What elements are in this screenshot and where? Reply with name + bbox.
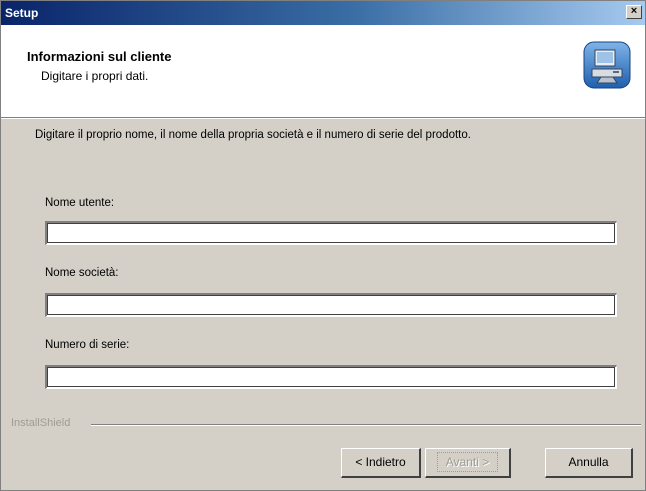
window-title: Setup — [5, 6, 39, 20]
brand-label: InstallShield — [11, 417, 71, 429]
cancel-button-label: Annulla — [568, 455, 609, 469]
back-button-label: < Indietro — [355, 455, 406, 469]
next-button[interactable]: Avanti > — [425, 448, 511, 478]
serial-number-label: Numero di serie: — [45, 339, 130, 351]
next-button-label: Avanti > — [436, 452, 499, 472]
company-label: Nome società: — [45, 267, 119, 279]
setup-window: Setup × Informazioni sul cliente Digitar… — [0, 0, 646, 491]
cancel-button[interactable]: Annulla — [545, 448, 633, 478]
title-bar[interactable]: Setup × — [1, 1, 645, 25]
username-label: Nome utente: — [45, 197, 115, 209]
wizard-header: Informazioni sul cliente Digitare i prop… — [1, 25, 645, 118]
instructions-text: Digitare il proprio nome, il nome della … — [35, 129, 471, 141]
close-icon: × — [630, 5, 638, 17]
footer-divider — [91, 424, 641, 426]
close-button[interactable]: × — [626, 5, 642, 19]
setup-computer-icon — [583, 41, 631, 89]
back-button[interactable]: < Indietro — [341, 448, 421, 478]
serial-number-input[interactable] — [45, 365, 617, 389]
company-input[interactable] — [45, 293, 617, 317]
header-title: Informazioni sul cliente — [27, 49, 172, 64]
username-input[interactable] — [45, 221, 617, 245]
header-subtitle: Digitare i propri dati. — [41, 69, 149, 83]
